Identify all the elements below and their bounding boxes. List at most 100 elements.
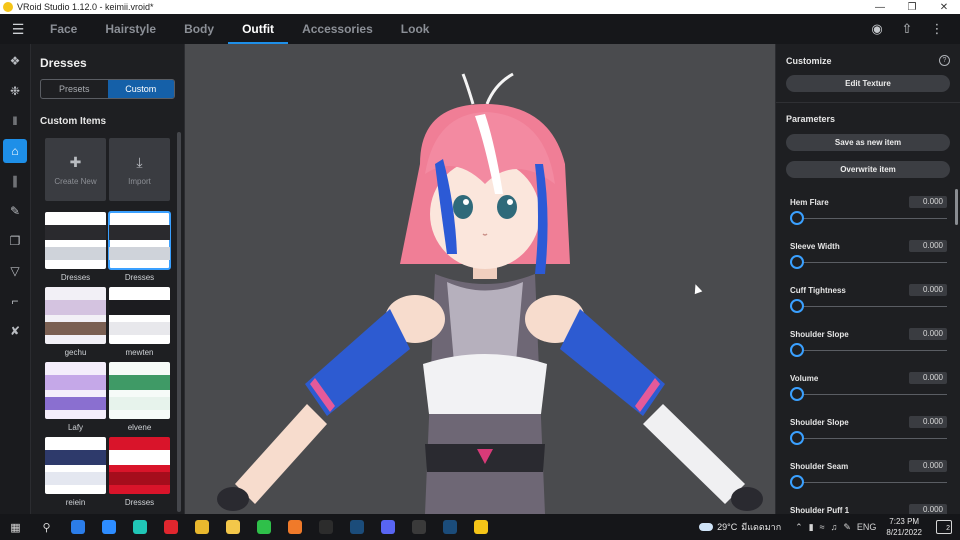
slider-track[interactable] bbox=[790, 350, 947, 351]
red-app-icon[interactable] bbox=[155, 514, 186, 540]
parameter-value-field[interactable]: 0.000 bbox=[909, 460, 947, 472]
swimsuit-icon[interactable]: ▽ bbox=[3, 259, 27, 283]
camera-icon[interactable]: ◉ bbox=[870, 21, 884, 37]
custom-item[interactable]: Dresses bbox=[109, 437, 170, 508]
slider-handle[interactable] bbox=[790, 299, 804, 313]
ribbon-icon[interactable]: ✘ bbox=[3, 319, 27, 343]
save-as-new-item-button[interactable]: Save as new item bbox=[786, 134, 950, 151]
steam-app-icon[interactable] bbox=[341, 514, 372, 540]
item-thumbnail[interactable] bbox=[108, 211, 171, 270]
zoom-app-icon[interactable] bbox=[93, 514, 124, 540]
parameter-name: Cuff Tightness bbox=[790, 286, 846, 295]
line-app-icon[interactable] bbox=[248, 514, 279, 540]
game-app-icon[interactable] bbox=[124, 514, 155, 540]
custom-item[interactable]: Dresses bbox=[108, 211, 171, 283]
edit-texture-button[interactable]: Edit Texture bbox=[786, 75, 950, 92]
clock[interactable]: 7:23 PM 8/21/2022 bbox=[886, 516, 922, 538]
help-icon[interactable]: ? bbox=[939, 55, 950, 66]
create-new-button[interactable]: ✚ Create New bbox=[45, 138, 106, 201]
volume-icon[interactable]: ♫ bbox=[831, 522, 838, 533]
socks-icon[interactable]: ∥ bbox=[3, 169, 27, 193]
slider-track[interactable] bbox=[790, 218, 947, 219]
tab-look[interactable]: Look bbox=[387, 14, 444, 44]
menu-icon[interactable]: ☰ bbox=[0, 21, 36, 38]
maximize-button[interactable]: ❐ bbox=[896, 2, 928, 13]
more-vertical-icon[interactable]: ⋮ bbox=[930, 21, 944, 37]
parameters-scrollbar[interactable] bbox=[955, 189, 958, 225]
parameter-value-field[interactable]: 0.000 bbox=[909, 196, 947, 208]
chrome-app-icon[interactable] bbox=[186, 514, 217, 540]
discord-app-icon[interactable] bbox=[372, 514, 403, 540]
language-indicator[interactable]: ENG bbox=[857, 522, 877, 533]
weather-widget[interactable]: 29°C มีแดดมาก bbox=[699, 520, 781, 534]
wifi-icon[interactable]: ≈ bbox=[820, 522, 825, 533]
segment-custom[interactable]: Custom bbox=[107, 80, 174, 98]
mail-app-icon[interactable] bbox=[62, 514, 93, 540]
panel-scrollbar[interactable] bbox=[177, 132, 181, 512]
slider-handle[interactable] bbox=[790, 475, 804, 489]
boot-icon[interactable]: ⌐ bbox=[3, 289, 27, 313]
slider-track[interactable] bbox=[790, 306, 947, 307]
shirt-icon[interactable]: ❖ bbox=[3, 49, 27, 73]
parameter-value-field[interactable]: 0.000 bbox=[909, 504, 947, 514]
item-thumbnail[interactable] bbox=[45, 287, 106, 344]
pen-icon[interactable]: ✎ bbox=[843, 522, 851, 533]
parameter-value-field[interactable]: 0.000 bbox=[909, 284, 947, 296]
import-button[interactable]: ⤓ Import bbox=[109, 138, 170, 201]
chevron-up-icon[interactable]: ⌃ bbox=[795, 522, 803, 533]
custom-item[interactable]: Dresses bbox=[45, 212, 106, 283]
item-thumbnail[interactable] bbox=[109, 287, 170, 344]
windows-start-icon[interactable]: ▦ bbox=[0, 514, 31, 540]
brush-icon[interactable]: ✎ bbox=[3, 199, 27, 223]
slider-handle[interactable] bbox=[790, 211, 804, 225]
slider-handle[interactable] bbox=[790, 431, 804, 445]
tab-hairstyle[interactable]: Hairstyle bbox=[91, 14, 170, 44]
bag-icon[interactable]: ❐ bbox=[3, 229, 27, 253]
system-tray: 29°C มีแดดมาก ⌃ ▮ ≈ ♫ ✎ ENG 7:23 PM 8/21… bbox=[699, 514, 960, 540]
thumbnail-pattern bbox=[109, 299, 170, 316]
item-thumbnail[interactable] bbox=[109, 362, 170, 419]
explorer-app-icon[interactable] bbox=[217, 514, 248, 540]
tab-face[interactable]: Face bbox=[36, 14, 91, 44]
slider-handle[interactable] bbox=[790, 343, 804, 357]
slider-track[interactable] bbox=[790, 262, 947, 263]
slider-track[interactable] bbox=[790, 394, 947, 395]
overwrite-item-button[interactable]: Overwrite item bbox=[786, 161, 950, 178]
parameter-value-field[interactable]: 0.000 bbox=[909, 240, 947, 252]
custom-item[interactable]: Lafy bbox=[45, 362, 106, 433]
orange-app-icon[interactable] bbox=[279, 514, 310, 540]
vroid-app-icon[interactable] bbox=[465, 514, 496, 540]
jacket-icon[interactable]: ❉ bbox=[3, 79, 27, 103]
battery-icon[interactable]: ▮ bbox=[809, 522, 814, 533]
tab-body[interactable]: Body bbox=[170, 14, 228, 44]
model-viewport[interactable] bbox=[185, 44, 775, 514]
obs-app-icon[interactable] bbox=[403, 514, 434, 540]
pants-icon[interactable]: ‖ bbox=[3, 109, 27, 133]
slider-track[interactable] bbox=[790, 438, 947, 439]
slider-handle[interactable] bbox=[790, 255, 804, 269]
parameter-value-field[interactable]: 0.000 bbox=[909, 372, 947, 384]
custom-item[interactable]: reiein bbox=[45, 437, 106, 508]
search-icon[interactable]: ⚲ bbox=[31, 514, 62, 540]
tab-outfit[interactable]: Outfit bbox=[228, 14, 289, 44]
slider-track[interactable] bbox=[790, 482, 947, 483]
export-icon[interactable]: ⇧ bbox=[900, 21, 914, 37]
custom-item[interactable]: gechu bbox=[45, 287, 106, 358]
item-thumbnail[interactable] bbox=[109, 437, 170, 494]
segment-presets[interactable]: Presets bbox=[41, 80, 108, 98]
slider-handle[interactable] bbox=[790, 387, 804, 401]
parameter-value-field[interactable]: 0.000 bbox=[909, 416, 947, 428]
minimize-button[interactable]: — bbox=[864, 2, 896, 13]
custom-item[interactable]: elvene bbox=[109, 362, 170, 433]
epic-app-icon[interactable] bbox=[310, 514, 341, 540]
steam-app-2-icon[interactable] bbox=[434, 514, 465, 540]
item-thumbnail[interactable] bbox=[45, 212, 106, 269]
tab-accessories[interactable]: Accessories bbox=[288, 14, 387, 44]
close-button[interactable]: ✕ bbox=[928, 2, 960, 13]
item-thumbnail[interactable] bbox=[45, 437, 106, 494]
parameter-value-field[interactable]: 0.000 bbox=[909, 328, 947, 340]
dress-icon[interactable]: ⌂ bbox=[3, 139, 27, 163]
notification-icon[interactable]: 2 bbox=[936, 520, 952, 534]
item-thumbnail[interactable] bbox=[45, 362, 106, 419]
custom-item[interactable]: mewten bbox=[109, 287, 170, 358]
